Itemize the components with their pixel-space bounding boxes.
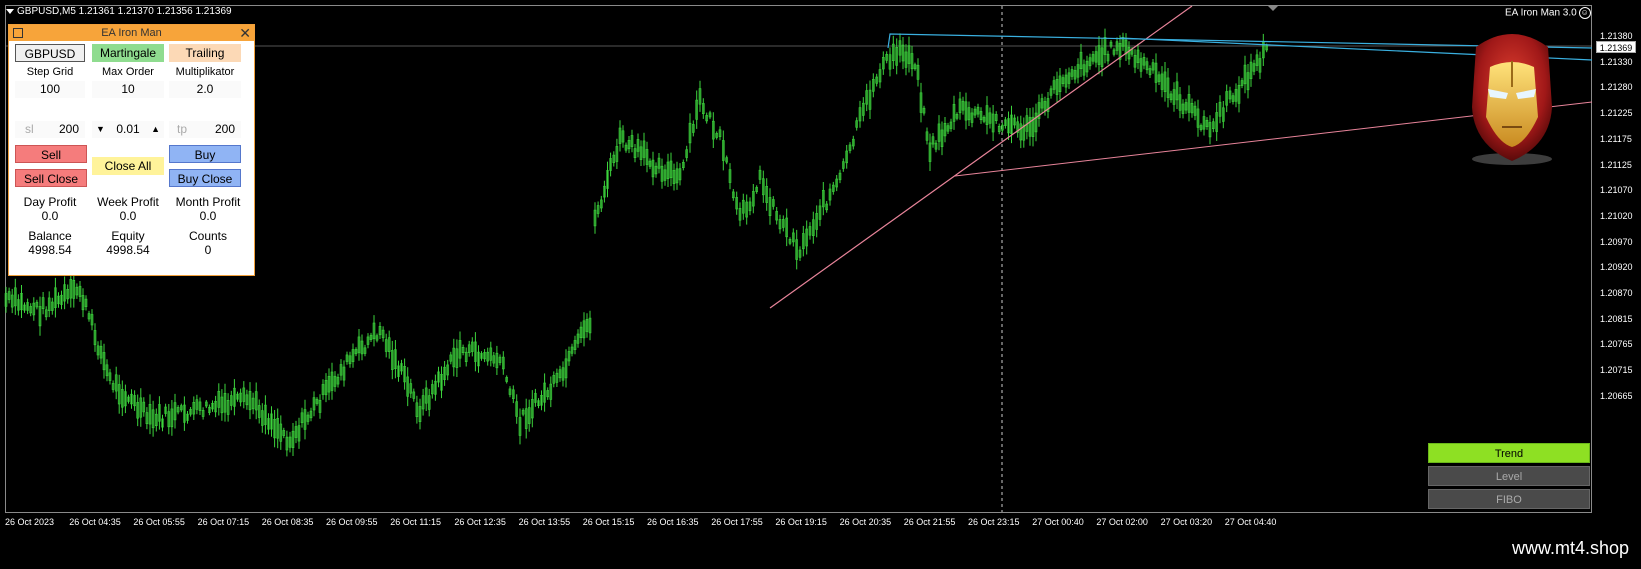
price-tick: 1.20970 xyxy=(1600,236,1633,247)
price-tick: 1.21020 xyxy=(1600,210,1633,221)
time-tick: 26 Oct 11:15 xyxy=(390,517,442,527)
price-tick: 1.21225 xyxy=(1600,108,1633,119)
tp-input[interactable]: tp 200 xyxy=(169,121,241,138)
equity-value: 4998.54 xyxy=(106,243,150,257)
sell-button[interactable]: Sell xyxy=(15,145,87,163)
time-tick: 26 Oct 04:35 xyxy=(69,517,121,527)
month-profit-label: Month Profit xyxy=(175,195,241,209)
time-tick: 26 Oct 07:15 xyxy=(197,517,250,527)
close-icon[interactable]: ✕ xyxy=(239,25,251,41)
step-grid-label: Step Grid xyxy=(26,66,74,78)
lot-decrease-icon[interactable]: ▼ xyxy=(96,121,105,138)
sell-close-button[interactable]: Sell Close xyxy=(15,169,87,187)
max-order-label: Max Order xyxy=(102,66,154,78)
lot-increase-icon[interactable]: ▲ xyxy=(151,121,160,138)
symbol-quote: GBPUSD,M5 1.21361 1.21370 1.21356 1.2136… xyxy=(17,6,232,17)
fibo-button[interactable]: FIBO xyxy=(1428,489,1590,509)
time-tick: 26 Oct 08:35 xyxy=(261,517,314,527)
step-grid-input[interactable]: 100 xyxy=(15,81,85,98)
ironman-helmet-icon xyxy=(1472,34,1552,165)
multiplikator-label: Multiplikator xyxy=(175,66,235,78)
price-tick: 1.20870 xyxy=(1600,288,1633,298)
price-tick: 1.20920 xyxy=(1600,262,1633,273)
time-tick: 27 Oct 04:40 xyxy=(1224,517,1277,527)
equity-label: Equity xyxy=(111,229,145,243)
time-tick: 27 Oct 00:40 xyxy=(1032,517,1084,527)
price-tick: 1.21175 xyxy=(1600,133,1632,144)
balance-value: 4998.54 xyxy=(28,243,72,257)
chart-header: GBPUSD,M5 1.21361 1.21370 1.21356 1.2136… xyxy=(6,6,232,17)
watermark: www.mt4.shop xyxy=(1511,538,1629,558)
balance-label: Balance xyxy=(28,229,72,243)
time-tick: 26 Oct 12:35 xyxy=(454,517,506,527)
buy-close-button[interactable]: Buy Close xyxy=(169,169,241,187)
menu-triangle-icon[interactable] xyxy=(6,8,14,14)
time-tick: 26 Oct 23:15 xyxy=(968,517,1020,527)
smiley-icon: ☺ xyxy=(1578,7,1591,19)
lot-value: 0.01 xyxy=(116,122,140,136)
time-tick: 26 Oct 17:55 xyxy=(711,517,763,527)
panel-titlebar[interactable]: EA Iron Man ✕ xyxy=(9,25,254,41)
counts-value: 0 xyxy=(204,243,212,257)
price-tick: 1.20815 xyxy=(1600,313,1633,324)
price-tick: 1.20665 xyxy=(1600,390,1633,401)
martingale-button[interactable]: Martingale xyxy=(92,44,164,62)
lot-stepper[interactable]: ▼ 0.01 ▲ xyxy=(92,121,164,138)
time-tick: 26 Oct 20:35 xyxy=(839,517,892,527)
counts-label: Counts xyxy=(188,229,228,243)
month-profit-value: 0.0 xyxy=(199,209,217,223)
current-price-label: 1.21369 xyxy=(1596,41,1636,53)
close-all-button[interactable]: Close All xyxy=(92,157,164,175)
minimize-icon[interactable] xyxy=(13,28,23,38)
tp-label: tp xyxy=(177,122,188,136)
scroll-marker-icon xyxy=(1268,6,1278,11)
tp-value: 200 xyxy=(214,122,235,136)
day-profit-value: 0.0 xyxy=(41,209,59,223)
price-tick: 1.21070 xyxy=(1600,185,1633,196)
week-profit-label: Week Profit xyxy=(97,195,159,209)
multiplikator-input[interactable]: 2.0 xyxy=(169,81,241,98)
level-button[interactable]: Level xyxy=(1428,466,1590,486)
ea-panel: EA Iron Man ✕ GBPUSD Martingale Trailing… xyxy=(8,24,255,276)
week-profit-value: 0.0 xyxy=(119,209,137,223)
time-tick: 26 Oct 2023 xyxy=(5,517,55,527)
price-tick: 1.20765 xyxy=(1600,339,1633,350)
price-tick: 1.21280 xyxy=(1600,82,1633,93)
day-profit-label: Day Profit xyxy=(23,195,77,209)
price-tick: 1.21330 xyxy=(1600,56,1633,67)
price-tick: 1.21125 xyxy=(1600,159,1632,170)
time-tick: 26 Oct 05:55 xyxy=(133,517,185,527)
time-tick: 26 Oct 19:15 xyxy=(775,517,827,527)
time-tick: 26 Oct 16:35 xyxy=(647,517,699,527)
time-tick: 26 Oct 13:55 xyxy=(518,517,571,527)
trailing-button[interactable]: Trailing xyxy=(169,44,241,62)
time-tick: 27 Oct 02:00 xyxy=(1096,517,1148,527)
time-tick: 26 Oct 21:55 xyxy=(903,517,956,527)
price-tick: 1.20715 xyxy=(1600,365,1633,376)
sl-value: 200 xyxy=(58,122,79,136)
time-tick: 27 Oct 03:20 xyxy=(1160,517,1213,527)
buy-button[interactable]: Buy xyxy=(169,145,241,163)
max-order-input[interactable]: 10 xyxy=(92,81,164,98)
symbol-button[interactable]: GBPUSD xyxy=(15,44,85,62)
ea-name: EA Iron Man 3.0 xyxy=(1505,7,1577,19)
panel-title: EA Iron Man xyxy=(101,27,162,39)
price-tick: 1.21380 xyxy=(1600,31,1633,41)
trend-line-up xyxy=(769,5,1193,309)
ea-label: EA Iron Man 3.0 ☺ xyxy=(1505,7,1591,19)
time-tick: 26 Oct 09:55 xyxy=(326,517,378,527)
sl-input[interactable]: sl 200 xyxy=(15,121,85,138)
time-tick: 26 Oct 15:15 xyxy=(582,517,635,527)
sl-label: sl xyxy=(25,122,34,136)
trend-button[interactable]: Trend xyxy=(1428,443,1590,463)
